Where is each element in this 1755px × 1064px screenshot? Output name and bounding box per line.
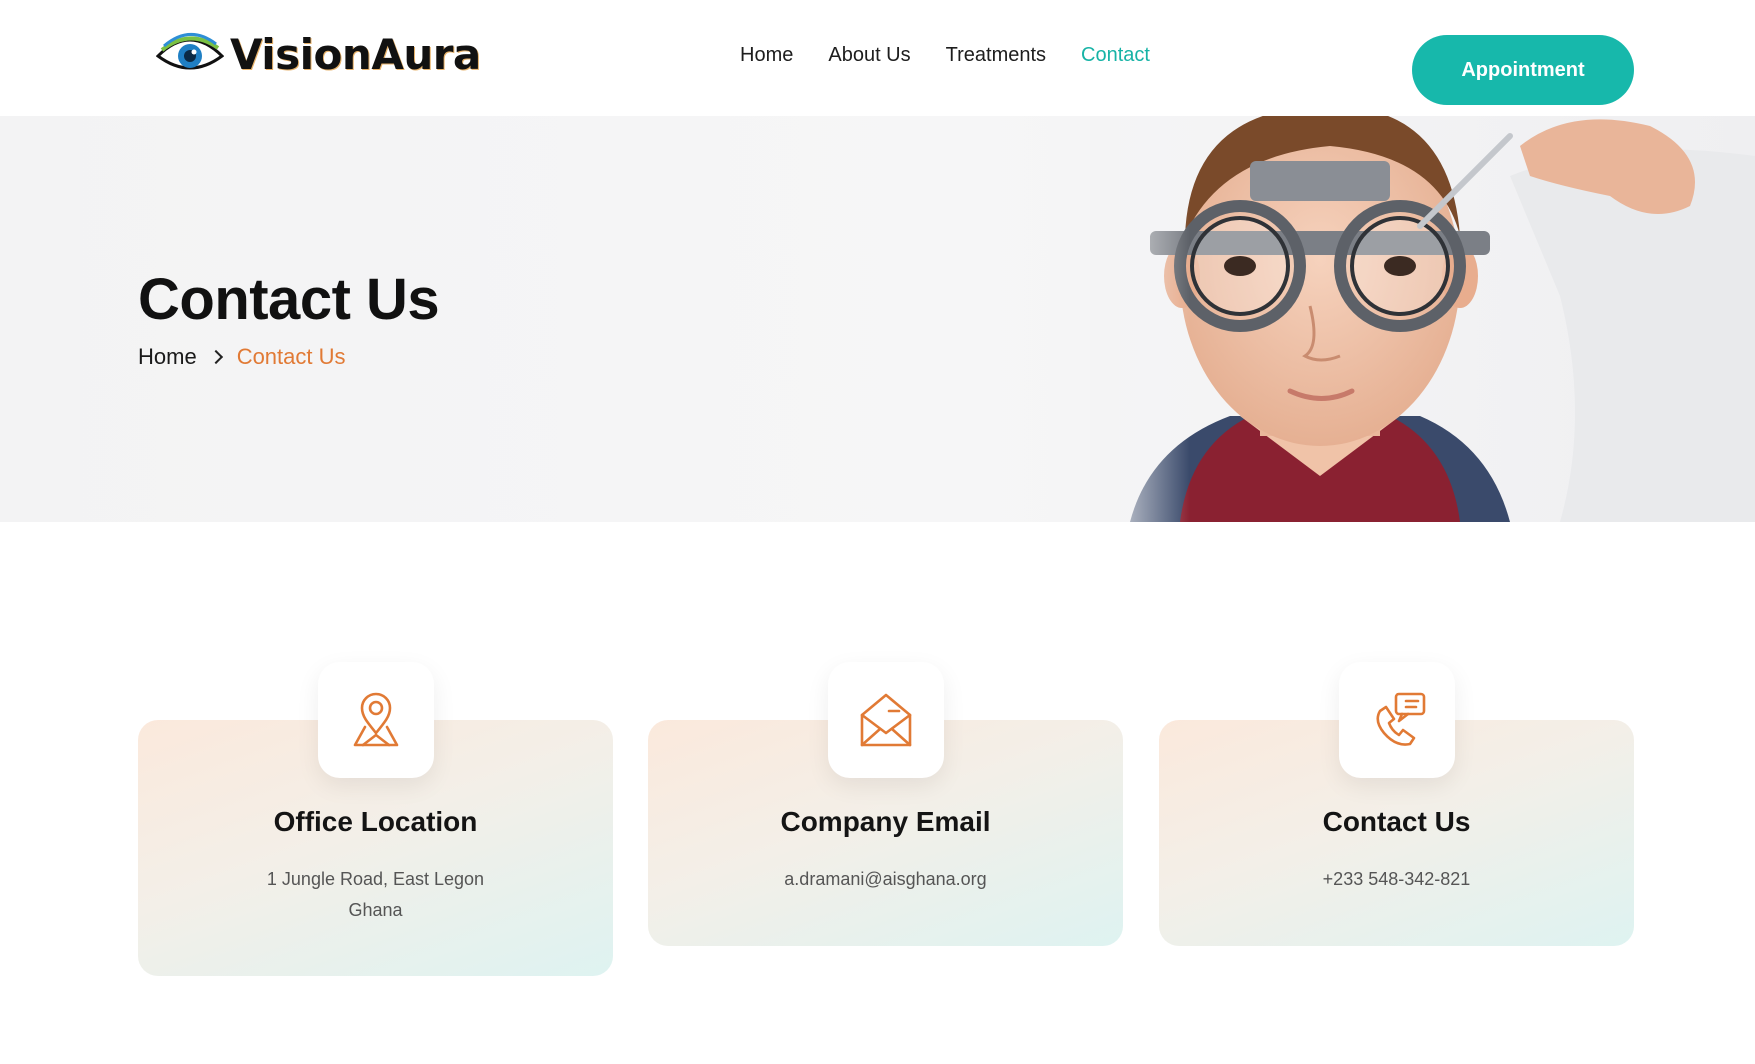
breadcrumb: Home Contact Us xyxy=(138,344,346,370)
card-title: Company Email xyxy=(780,806,991,837)
phone-chat-icon xyxy=(1375,692,1425,746)
card-text: a.dramani@aisghana.org xyxy=(648,864,1123,895)
nav-contact[interactable]: Contact xyxy=(1081,44,1150,67)
brand-logo[interactable]: VisionAura xyxy=(156,26,481,82)
nav-about-us[interactable]: About Us xyxy=(828,44,910,67)
card-office-location: Office Location 1 Jungle Road, East Lego… xyxy=(138,662,613,976)
eye-logo-icon xyxy=(156,33,224,70)
card-icon-box xyxy=(1338,662,1455,778)
brand-name: VisionAura xyxy=(230,29,481,79)
child-eye-exam-photo xyxy=(1090,116,1755,522)
envelope-icon xyxy=(860,693,911,747)
site-header: VisionAura Home About Us Treatments Cont… xyxy=(0,0,1755,116)
appointment-button[interactable]: Appointment xyxy=(1412,35,1634,105)
card-title: Contact Us xyxy=(1322,806,1471,837)
phone-number[interactable]: +233 548-342-821 xyxy=(1159,864,1634,895)
email-address[interactable]: a.dramani@aisghana.org xyxy=(648,864,1123,895)
breadcrumb-home-link[interactable]: Home xyxy=(138,344,197,370)
chevron-right-icon xyxy=(208,349,223,365)
contact-cards: Office Location 1 Jungle Road, East Lego… xyxy=(138,662,1634,982)
location-pin-icon xyxy=(353,692,398,747)
card-text: +233 548-342-821 xyxy=(1159,864,1634,895)
nav-treatments[interactable]: Treatments xyxy=(946,44,1046,67)
card-text: 1 Jungle Road, East Legon Ghana xyxy=(138,864,613,926)
card-icon-box xyxy=(317,662,434,778)
nav-home[interactable]: Home xyxy=(740,44,793,67)
breadcrumb-current: Contact Us xyxy=(236,344,346,369)
address-line-2: Ghana xyxy=(348,900,403,920)
card-title: Office Location xyxy=(273,806,478,837)
card-contact-us: Contact Us +233 548-342-821 xyxy=(1159,662,1634,946)
address-line-1: 1 Jungle Road, East Legon xyxy=(266,869,485,889)
main-nav: Home About Us Treatments Contact xyxy=(740,44,1185,67)
page-hero: Contact Us Home Contact Us xyxy=(0,116,1755,522)
card-company-email: Company Email a.dramani@aisghana.org xyxy=(648,662,1123,946)
page-title: Contact Us xyxy=(138,267,440,332)
card-icon-box xyxy=(827,662,944,778)
